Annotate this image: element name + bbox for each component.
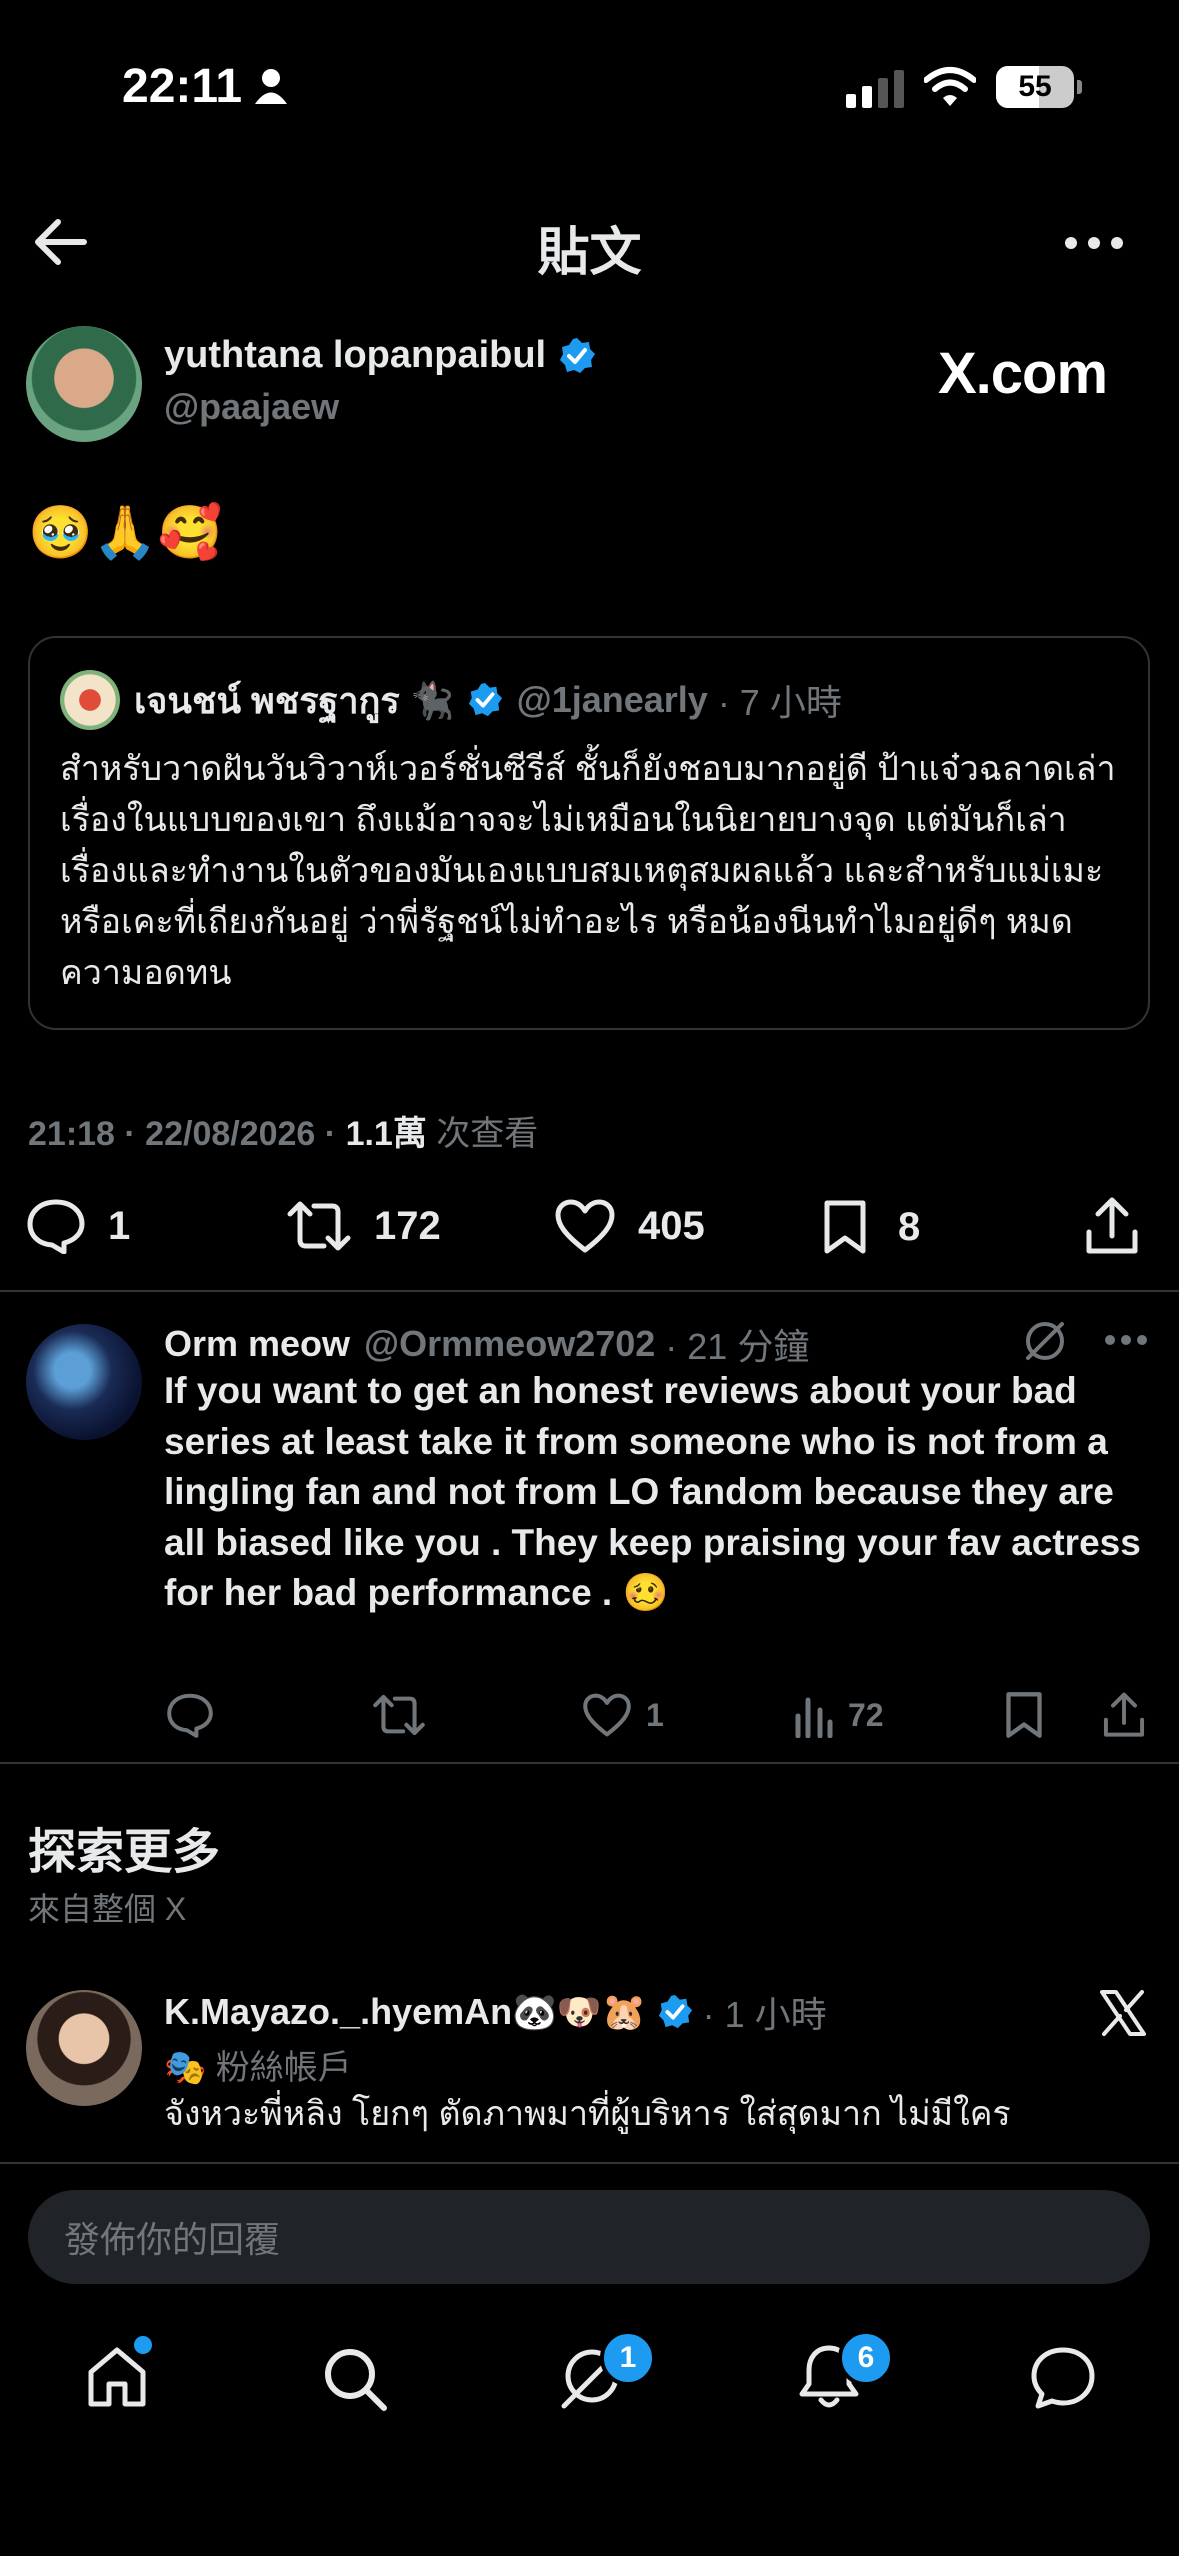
x-logo-icon <box>1098 1988 1148 2038</box>
reply-more-icon[interactable] <box>1104 1334 1148 1346</box>
account-type-tag: 🎭 粉絲帳戶 <box>164 2049 352 2087</box>
explore-header: K.Mayazo._.hyemAn🐼🐶🐹 · 1 小時 <box>164 1986 827 2038</box>
reply-share-icon[interactable] <box>1102 1690 1146 1740</box>
heart-icon[interactable] <box>554 1198 616 1254</box>
repost-count: 172 <box>374 1203 441 1248</box>
messages-icon[interactable] <box>1030 2346 1096 2410</box>
quote-author-avatar <box>60 670 120 730</box>
divider <box>0 1762 1179 1764</box>
explore-title: 探索更多 <box>28 1826 221 1879</box>
author-name[interactable]: yuthtana lopanpaibul <box>164 334 546 377</box>
battery-level: 55 <box>1018 70 1052 103</box>
reply-composer[interactable]: 發佈你的回覆 <box>28 2190 1150 2284</box>
explore-author-name[interactable]: K.Mayazo._.hyemAn🐼🐶🐹 <box>164 1991 647 2033</box>
explore-subtitle: 來自整個 X <box>28 1891 187 1927</box>
wifi-icon <box>924 66 976 108</box>
verified-badge-icon <box>558 337 596 375</box>
home-icon[interactable] <box>86 2346 148 2408</box>
messages-badge: 1 <box>600 2330 656 2386</box>
divider <box>0 1290 1179 1292</box>
reply-action[interactable]: 1 <box>26 1198 130 1254</box>
reply-view-count: 72 <box>848 1696 884 1733</box>
like-action[interactable]: 405 <box>554 1198 705 1254</box>
post-meta: 21:18 · 22/08/2026 · 1.1萬 次查看 <box>28 1106 538 1155</box>
page-title: 貼文 <box>537 224 642 282</box>
explore-author-avatar[interactable] <box>26 1990 142 2106</box>
reply-heart-icon[interactable] <box>582 1692 632 1738</box>
explore-time: · 1 小時 <box>702 1994 827 2035</box>
reply-handle[interactable]: @Ormmeow2702 <box>364 1323 655 1365</box>
reply-header: Orm meow @Ormmeow2702 · 21 分鐘 <box>164 1318 809 1370</box>
reply-time: · 21 分鐘 <box>665 1326 810 1367</box>
reply-input-placeholder[interactable]: 發佈你的回覆 <box>64 2211 280 2263</box>
reply-text: If you want to get an honest reviews abo… <box>164 1370 1141 1613</box>
reply-bookmark-icon[interactable] <box>1004 1690 1044 1740</box>
views-label: 次查看 <box>426 1115 539 1153</box>
view-count: 1.1萬 <box>345 1115 427 1153</box>
reply-like-count: 1 <box>646 1696 664 1733</box>
verified-badge-icon <box>467 682 503 718</box>
status-time-area: 22:11 <box>122 58 288 114</box>
home-notification-dot <box>134 2336 152 2354</box>
analytics-icon[interactable] <box>794 1692 834 1738</box>
bookmark-count: 8 <box>898 1204 921 1249</box>
reply-author-avatar[interactable] <box>26 1324 142 1440</box>
bookmark-icon[interactable] <box>822 1198 868 1256</box>
author-avatar[interactable] <box>26 326 142 442</box>
post-text: 🥹🙏🥰 <box>28 504 223 562</box>
quote-time: · 7 小時 <box>717 682 842 723</box>
battery-indicator: 55 <box>996 66 1082 108</box>
author-handle[interactable]: @paajaew <box>164 386 339 428</box>
reply-repost-icon[interactable] <box>372 1692 426 1738</box>
explore-post-text: จังหวะพี่หลิง โยกๆ ตัดภาพมาที่ผู้บริหาร … <box>164 2095 1011 2133</box>
quote-text: สำหรับวาดฝันวันวิวาห์เวอร์ชั่นซีรีส์ ชั้… <box>60 750 1116 992</box>
status-time: 22:11 <box>122 59 243 113</box>
reply-like-action[interactable]: 1 <box>582 1692 664 1738</box>
more-options-icon[interactable] <box>1064 236 1124 250</box>
author-name-row[interactable]: yuthtana lopanpaibul <box>164 334 596 377</box>
grok-icon[interactable] <box>1022 1318 1068 1364</box>
quote-handle: @1janearly <box>516 679 708 720</box>
repost-icon[interactable] <box>286 1198 352 1254</box>
reply-author-name[interactable]: Orm meow <box>164 1323 350 1365</box>
cellular-signal-icon <box>846 70 904 108</box>
bookmark-action[interactable]: 8 <box>822 1198 920 1256</box>
reply-count: 1 <box>108 1203 131 1248</box>
notifications-badge: 6 <box>838 2330 894 2386</box>
share-icon[interactable] <box>1084 1196 1140 1256</box>
like-count: 405 <box>638 1203 705 1248</box>
quote-header: เจนชน์ พชรฐากูร 🐈‍⬛ @1janearly · 7 小時 <box>60 670 842 730</box>
reply-reply-icon[interactable] <box>166 1692 214 1738</box>
quote-author-name: เจนชน์ พชรฐากูร 🐈‍⬛ <box>134 679 455 721</box>
reply-views-action[interactable]: 72 <box>794 1692 884 1738</box>
verified-badge-icon <box>657 1994 693 2030</box>
person-icon <box>254 67 288 105</box>
search-icon[interactable] <box>322 2346 388 2412</box>
repost-action[interactable]: 172 <box>286 1198 441 1254</box>
quoted-post-card[interactable]: เจนชน์ พชรฐากูร 🐈‍⬛ @1janearly · 7 小時 สำ… <box>28 636 1150 1030</box>
post-timestamp: 21:18 · 22/08/2026 · <box>28 1115 346 1153</box>
reply-icon[interactable] <box>26 1198 86 1254</box>
x-brand-logo: X.com <box>938 341 1108 406</box>
